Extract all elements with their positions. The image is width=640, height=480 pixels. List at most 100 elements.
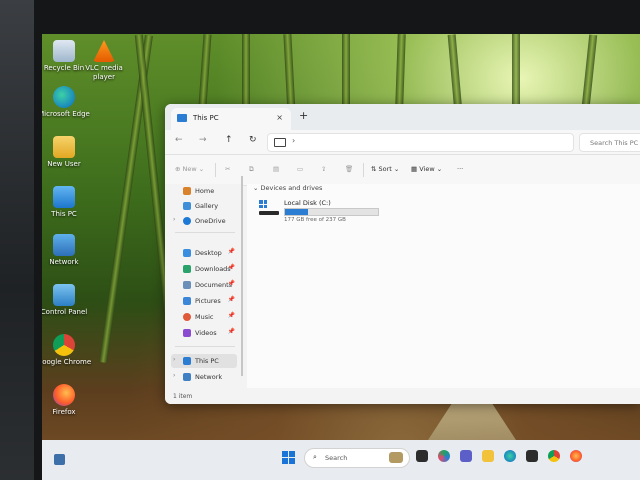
firefox-icon[interactable] xyxy=(570,450,582,462)
pin-icon[interactable]: 📌 xyxy=(228,328,235,335)
back-button[interactable]: ← xyxy=(175,135,183,145)
desktop-icon-this-pc[interactable]: This PC xyxy=(42,186,94,219)
rename-icon[interactable]: ▭ xyxy=(297,165,303,173)
widgets-icon[interactable] xyxy=(54,454,65,465)
hard-drive-icon xyxy=(259,211,279,215)
sidebar-item-home[interactable]: Home xyxy=(171,184,237,198)
teams-icon[interactable] xyxy=(460,450,472,462)
file-explorer-icon[interactable] xyxy=(482,450,494,462)
chevron-right-icon[interactable]: › xyxy=(173,372,175,379)
desktop-icon-label: Firefox xyxy=(52,408,76,416)
desktop-icon-network[interactable]: Network xyxy=(42,234,94,267)
new-button-label: New xyxy=(182,165,197,173)
sidebar-item-label: OneDrive xyxy=(195,217,226,225)
chevron-right-icon[interactable]: › xyxy=(292,136,295,145)
picture-icon xyxy=(183,297,191,305)
tab-bar: This PC × + xyxy=(165,104,640,130)
drive-icon xyxy=(259,200,279,216)
start-button[interactable] xyxy=(282,451,295,464)
cloud-icon xyxy=(183,217,191,225)
sidebar-item-label: Music xyxy=(195,313,214,321)
desktop-icon-firefox[interactable]: Firefox xyxy=(42,384,94,417)
drive-free-space: 177 GB free of 237 GB xyxy=(284,217,346,223)
sidebar-item-onedrive[interactable]: › OneDrive xyxy=(171,214,237,228)
pin-icon[interactable]: 📌 xyxy=(228,264,235,271)
recycle-bin-icon xyxy=(53,40,75,62)
sidebar-item-documents[interactable]: Documents 📌 xyxy=(171,278,237,292)
paste-icon[interactable]: ▤ xyxy=(273,165,279,173)
edge-icon xyxy=(53,86,75,108)
address-bar[interactable]: › xyxy=(267,133,574,152)
desktop-icon-label: Network xyxy=(49,258,79,266)
drive-usage-bar xyxy=(284,208,379,216)
pin-icon[interactable]: 📌 xyxy=(228,312,235,319)
item-count: 1 item xyxy=(173,393,193,400)
document-icon xyxy=(183,281,191,289)
close-icon[interactable]: × xyxy=(276,113,283,122)
chevron-right-icon[interactable]: › xyxy=(173,356,175,363)
store-icon[interactable] xyxy=(526,450,538,462)
edge-icon[interactable] xyxy=(504,450,516,462)
desktop-icon-vlc[interactable]: VLC media player xyxy=(74,40,134,82)
desktop-icon-edge[interactable]: Microsoft Edge xyxy=(42,86,94,119)
sidebar-item-label: Home xyxy=(195,187,215,195)
sidebar-item-gallery[interactable]: Gallery xyxy=(171,199,237,213)
sidebar-item-music[interactable]: Music 📌 xyxy=(171,310,237,324)
sidebar-item-network[interactable]: › Network xyxy=(171,370,237,384)
sidebar-item-this-pc[interactable]: › This PC xyxy=(171,354,237,368)
tab-label: This PC xyxy=(193,114,219,122)
navigation-pane: Home Gallery › OneDrive Desktop 📌 Downlo… xyxy=(165,184,241,388)
pin-icon[interactable]: 📌 xyxy=(228,296,235,303)
refresh-button[interactable]: ↻ xyxy=(249,135,257,145)
forward-button[interactable]: → xyxy=(199,135,207,145)
up-button[interactable]: ↑ xyxy=(225,135,233,145)
desktop-icon-new-user[interactable]: New User xyxy=(42,136,94,169)
sort-button[interactable]: ⇅ Sort ⌄ xyxy=(371,165,399,173)
group-header[interactable]: ⌄ Devices and drives xyxy=(253,184,322,192)
chevron-right-icon[interactable]: › xyxy=(173,216,175,223)
monitor-icon xyxy=(53,186,75,208)
download-icon xyxy=(183,265,191,273)
copy-icon[interactable]: ⧉ xyxy=(249,165,254,174)
sidebar-item-desktop[interactable]: Desktop 📌 xyxy=(171,246,237,260)
search-label: Search xyxy=(325,454,348,462)
folder-icon xyxy=(53,136,75,158)
desktop-folder-icon xyxy=(183,249,191,257)
sidebar-item-videos[interactable]: Videos 📌 xyxy=(171,326,237,340)
sidebar-item-label: Videos xyxy=(195,329,217,337)
network-icon xyxy=(53,234,75,256)
search-input[interactable]: Search This PC xyxy=(579,133,640,152)
copilot-icon[interactable] xyxy=(438,450,450,462)
task-view-icon[interactable] xyxy=(416,450,428,462)
new-tab-button[interactable]: + xyxy=(299,109,308,122)
pin-icon[interactable]: 📌 xyxy=(228,280,235,287)
gallery-icon xyxy=(183,202,191,210)
desktop-icon-chrome[interactable]: Google Chrome xyxy=(42,334,94,367)
sidebar-item-label: Pictures xyxy=(195,297,221,305)
cut-icon[interactable]: ✂ xyxy=(225,165,230,173)
view-button-label: View xyxy=(419,165,435,173)
share-icon[interactable]: ⇪ xyxy=(321,165,326,173)
firefox-icon xyxy=(53,384,75,406)
taskbar: ⌕ Search xyxy=(42,440,640,480)
toolbar-divider xyxy=(363,163,364,177)
search-icon: ⌕ xyxy=(313,453,317,461)
status-bar: 1 item xyxy=(165,390,640,404)
taskbar-search[interactable]: ⌕ Search xyxy=(304,448,410,468)
tab-this-pc[interactable]: This PC × xyxy=(171,108,291,130)
desktop-icon-control-panel[interactable]: Control Panel xyxy=(42,284,94,317)
monitor-icon xyxy=(177,114,187,122)
chrome-icon[interactable] xyxy=(548,450,560,462)
view-button[interactable]: ▦ View ⌄ xyxy=(411,165,442,173)
more-options-button[interactable]: ··· xyxy=(457,165,463,173)
new-button[interactable]: ⊕ New ⌄ xyxy=(175,165,204,173)
content-pane: ⌄ Devices and drives Local Disk (C:) 177… xyxy=(247,184,640,388)
background-object xyxy=(0,0,34,480)
pin-icon[interactable]: 📌 xyxy=(228,248,235,255)
sidebar-item-pictures[interactable]: Pictures 📌 xyxy=(171,294,237,308)
delete-icon[interactable]: 🗑 xyxy=(345,165,353,173)
sidebar-scrollbar[interactable] xyxy=(241,176,243,376)
command-bar: ⊕ New ⌄ ✂ ⧉ ▤ ▭ ⇪ 🗑 ⇅ Sort ⌄ ▦ View ⌄ ··… xyxy=(165,155,640,186)
sidebar-item-downloads[interactable]: Downloads 📌 xyxy=(171,262,237,276)
drive-local-disk-c[interactable]: Local Disk (C:) 177 GB free of 237 GB xyxy=(257,198,387,228)
